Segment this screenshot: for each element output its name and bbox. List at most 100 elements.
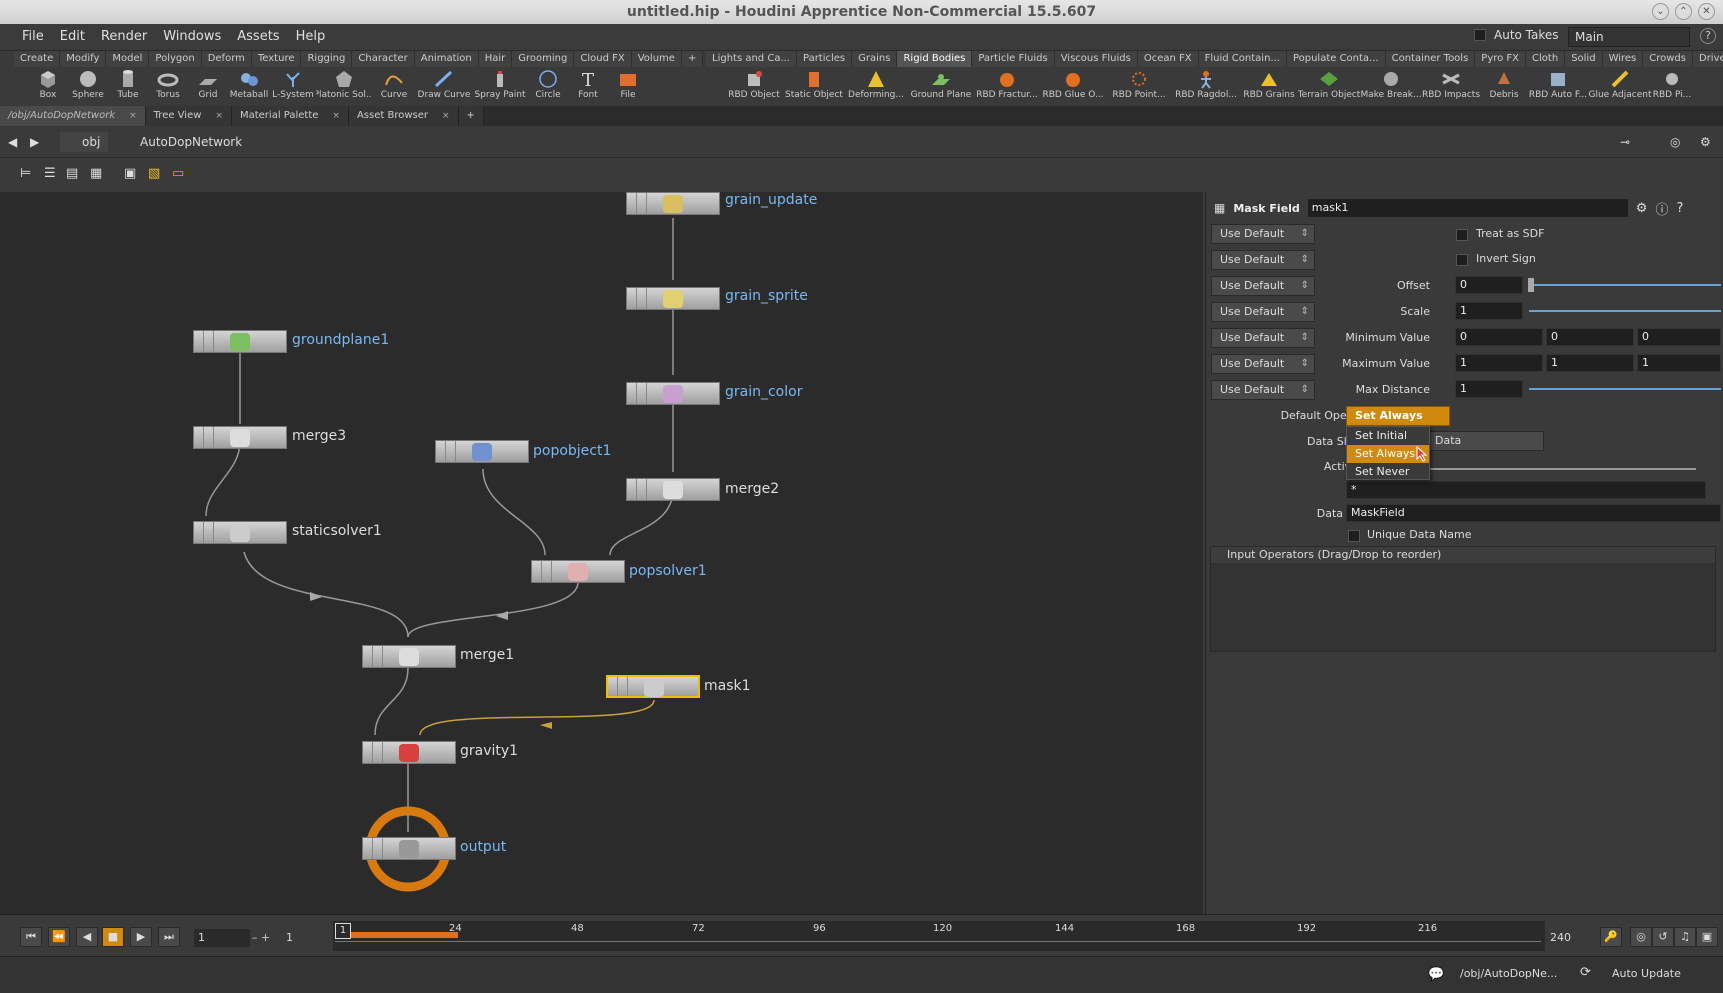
tool-grid[interactable]: Grid <box>188 69 228 107</box>
start-frame-field[interactable]: 1 <box>286 929 326 947</box>
key-icon[interactable]: 🔑 <box>1600 927 1622 947</box>
minimum-y-field[interactable]: 0 <box>1546 328 1634 346</box>
treat-as-sdf-checkbox[interactable] <box>1456 229 1468 241</box>
menu-windows[interactable]: Windows <box>155 24 229 50</box>
path-current[interactable]: AutoDopNetwork <box>122 132 242 152</box>
shelf-tab[interactable]: Pyro FX <box>1475 51 1527 67</box>
tree-icon[interactable]: ⊨ <box>20 166 31 181</box>
pane-tab-tree-view[interactable]: Tree View × <box>145 106 232 126</box>
tool-rbd-pin[interactable]: RBD Pi... <box>1652 69 1692 107</box>
shelf-tab[interactable]: Populate Conta... <box>1286 51 1386 67</box>
node-name-field[interactable]: mask1 <box>1307 199 1628 217</box>
help-icon[interactable]: ⓘ <box>1655 199 1668 218</box>
shelf-tab[interactable]: Grains <box>852 51 898 67</box>
node-output[interactable] <box>362 837 456 860</box>
node-gravity1[interactable] <box>362 741 456 764</box>
jump-start-icon[interactable]: ⏮ <box>20 927 42 947</box>
shelf-tab[interactable]: Polygon <box>149 51 202 67</box>
gear-icon[interactable]: ⚙ <box>1636 201 1648 216</box>
node-merge2[interactable] <box>626 478 720 501</box>
minimum-x-field[interactable]: 0 <box>1455 328 1543 346</box>
node-grain-color[interactable] <box>626 382 720 405</box>
step-back-icon[interactable]: ⏪ <box>48 927 70 947</box>
node-merge3[interactable] <box>193 426 287 449</box>
play-reverse-icon[interactable]: ◀ <box>76 927 98 947</box>
use-default-button[interactable]: Use Default <box>1211 276 1315 296</box>
current-frame-field[interactable]: 1 <box>194 929 250 947</box>
shelf-tab[interactable]: Texture <box>251 51 302 67</box>
node-staticsolver1[interactable] <box>193 521 287 544</box>
tool-torus[interactable]: Torus <box>148 69 188 107</box>
tool-box[interactable]: Box <box>28 69 68 107</box>
menu-option-set-never[interactable]: Set Never <box>1347 463 1429 481</box>
data-sharing-menu[interactable]: Data <box>1426 431 1544 451</box>
node-popsolver1[interactable] <box>531 560 625 583</box>
shelf-tab[interactable]: Cloud FX <box>574 51 632 67</box>
tool-rbd-grains[interactable]: RBD Grains <box>1240 69 1298 107</box>
forward-icon[interactable]: ▶ <box>30 132 39 152</box>
gear-icon[interactable]: ⚙ <box>1700 132 1711 152</box>
minimize-icon[interactable]: ⌄ <box>1652 3 1669 20</box>
scale-slider[interactable] <box>1529 310 1721 312</box>
pane-tab-asset-browser[interactable]: Asset Browser × <box>348 106 459 126</box>
menu-assets[interactable]: Assets <box>229 24 287 50</box>
shelf-tab[interactable]: Hair <box>478 51 513 67</box>
loop-icon[interactable]: ↺ <box>1652 927 1674 947</box>
use-default-button[interactable]: Use Default <box>1211 250 1315 270</box>
shelf-tab[interactable]: Solid <box>1565 51 1603 67</box>
path-root[interactable]: obj <box>60 132 108 152</box>
unique-data-name-checkbox[interactable] <box>1348 530 1360 542</box>
use-default-button[interactable]: Use Default <box>1211 354 1315 374</box>
tool-sphere[interactable]: Sphere <box>68 69 108 107</box>
node-merge1[interactable] <box>362 645 456 668</box>
tool-rbd-glue[interactable]: RBD Glue O... <box>1040 69 1106 107</box>
shelf-tab[interactable]: Lights and Ca... <box>706 51 797 67</box>
image-icon[interactable]: ▭ <box>172 166 184 181</box>
node-grain-update[interactable] <box>626 192 720 215</box>
node-groundplane1[interactable] <box>193 330 287 353</box>
tool-platonic[interactable]: Platonic Sol... <box>316 69 372 107</box>
tool-rbd-fracture[interactable]: RBD Fractur... <box>974 69 1040 107</box>
use-default-button[interactable]: Use Default <box>1211 328 1315 348</box>
maximize-icon[interactable]: ⌃ <box>1675 3 1692 20</box>
status-path[interactable]: /obj/AutoDopNe... <box>1460 967 1557 980</box>
menu-file[interactable]: File <box>14 24 52 50</box>
invert-sign-checkbox[interactable] <box>1456 254 1468 266</box>
tool-debris[interactable]: Debris <box>1480 69 1528 107</box>
network-box-icon[interactable]: ▣ <box>124 166 136 181</box>
shelf-tab[interactable]: Create <box>14 51 61 67</box>
end-frame-field[interactable]: 240 <box>1550 929 1590 947</box>
maximum-z-field[interactable]: 1 <box>1637 354 1721 372</box>
tool-tube[interactable]: Tube <box>108 69 148 107</box>
shelf-tab[interactable]: Wires <box>1602 51 1644 67</box>
shelf-tab-active[interactable]: Rigid Bodies <box>897 51 973 67</box>
jump-end-icon[interactable]: ⏭ <box>158 927 180 947</box>
refresh-icon[interactable]: ⟳ <box>1580 965 1591 980</box>
tool-draw-curve[interactable]: Draw Curve <box>416 69 472 107</box>
use-default-button[interactable]: Use Default <box>1211 380 1315 400</box>
tool-rbd-point[interactable]: RBD Point... <box>1106 69 1172 107</box>
shelf-tab[interactable]: Particle Fluids <box>972 51 1055 67</box>
offset-slider[interactable] <box>1529 284 1721 286</box>
tool-circle[interactable]: Circle <box>528 69 568 107</box>
timeline-bar[interactable]: 1 24 48 72 96 120 144 168 192 216 <box>333 921 1545 951</box>
minimum-z-field[interactable]: 0 <box>1637 328 1721 346</box>
play-icon[interactable]: ▶ <box>130 927 152 947</box>
node-mask1-selected[interactable] <box>606 675 700 698</box>
shelf-tab[interactable]: Viscous Fluids <box>1054 51 1138 67</box>
close-tab-icon[interactable]: × <box>129 106 137 126</box>
tool-font[interactable]: T Font <box>568 69 608 107</box>
add-shelf-tab-icon[interactable]: + <box>681 51 704 67</box>
max-distance-field[interactable]: 1 <box>1455 380 1523 398</box>
maximum-x-field[interactable]: 1 <box>1455 354 1543 372</box>
close-tab-icon[interactable]: × <box>332 106 340 126</box>
global-anim-icon[interactable]: ▣ <box>1696 927 1718 947</box>
tool-lsystem[interactable]: L-System <box>270 69 316 107</box>
shelf-tab[interactable]: Container Tools <box>1385 51 1476 67</box>
audio-icon[interactable]: ♫ <box>1674 927 1696 947</box>
tool-rbd-impacts[interactable]: RBD Impacts <box>1422 69 1480 107</box>
tool-spray-paint[interactable]: Spray Paint <box>472 69 528 107</box>
tool-glue-adjacent[interactable]: Glue Adjacent <box>1588 69 1652 107</box>
menu-option-set-initial[interactable]: Set Initial <box>1347 427 1429 445</box>
tool-metaball[interactable]: Metaball <box>228 69 270 107</box>
